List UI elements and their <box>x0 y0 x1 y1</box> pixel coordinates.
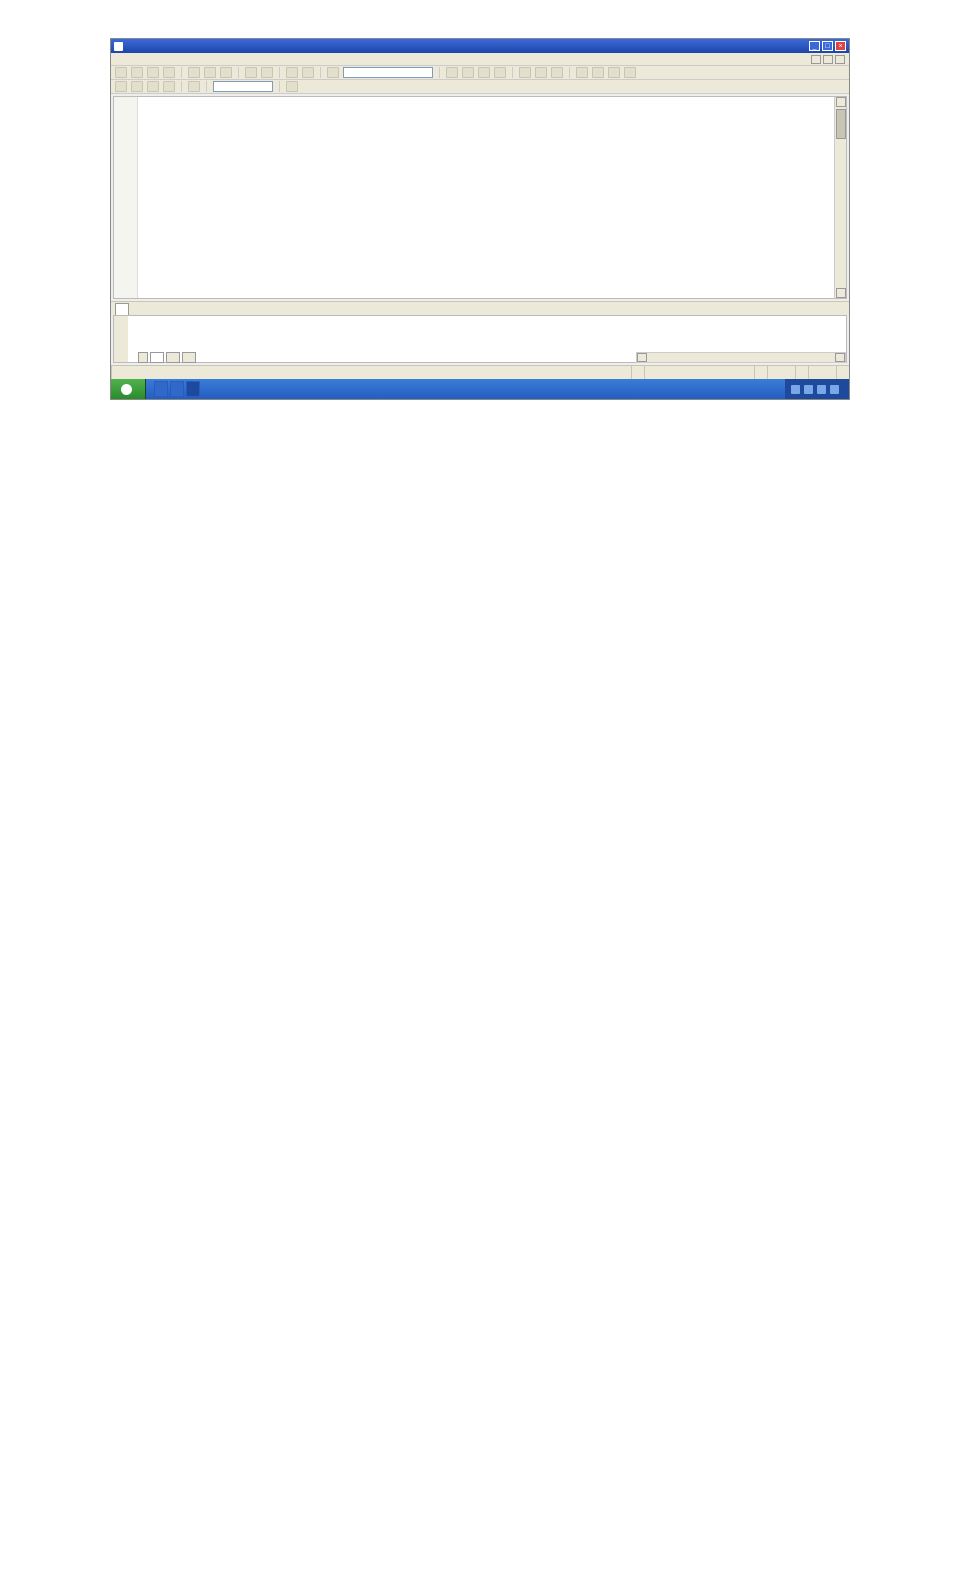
taskbar-item[interactable] <box>154 381 168 397</box>
taskbar-item[interactable] <box>170 381 184 397</box>
scroll-thumb[interactable] <box>836 109 846 139</box>
download-icon[interactable] <box>188 81 200 92</box>
bookmark-toggle-icon[interactable] <box>446 67 458 78</box>
system-tray[interactable] <box>785 379 849 399</box>
ide-screenshot: _ □ × <box>110 38 850 400</box>
indent-right-icon[interactable] <box>302 67 314 78</box>
new-file-icon[interactable] <box>115 67 127 78</box>
minimize-button[interactable]: _ <box>809 41 820 51</box>
status-num <box>795 366 808 379</box>
find-combo[interactable] <box>343 67 433 78</box>
output-window <box>113 315 847 363</box>
line-gutter <box>114 97 138 298</box>
books-icon[interactable] <box>608 67 620 78</box>
status-simulation <box>631 366 644 379</box>
windows-taskbar <box>111 379 849 399</box>
vertical-scrollbar[interactable] <box>834 97 846 298</box>
window-titlebar: _ □ × <box>111 39 849 53</box>
bookmark-clear-icon[interactable] <box>494 67 506 78</box>
target-options-icon[interactable] <box>286 81 298 92</box>
find-icon[interactable] <box>327 67 339 78</box>
paste-icon[interactable] <box>220 67 232 78</box>
app-icon <box>114 42 123 51</box>
status-cursor-pos <box>754 366 767 379</box>
toolbar-file <box>111 66 849 80</box>
build-icon[interactable] <box>131 81 143 92</box>
indent-left-icon[interactable] <box>286 67 298 78</box>
copy-icon[interactable] <box>204 67 216 78</box>
toolbar-build <box>111 80 849 94</box>
mdi-restore-button[interactable] <box>823 55 833 64</box>
tray-icon[interactable] <box>817 385 826 394</box>
translate-icon[interactable] <box>115 81 127 92</box>
redo-icon[interactable] <box>261 67 273 78</box>
rebuild-icon[interactable] <box>147 81 159 92</box>
status-rw <box>836 366 849 379</box>
tray-icon[interactable] <box>791 385 800 394</box>
output-sep-left[interactable] <box>138 352 148 363</box>
code-editor[interactable] <box>113 96 847 299</box>
editor-tab[interactable] <box>115 303 129 315</box>
breakpoint-icon[interactable] <box>535 67 547 78</box>
project-window-icon[interactable] <box>576 67 588 78</box>
mdi-close-button[interactable] <box>835 55 845 64</box>
status-bar <box>111 365 849 379</box>
close-button[interactable]: × <box>835 41 846 51</box>
output-tab-build[interactable] <box>150 352 164 363</box>
undo-icon[interactable] <box>245 67 257 78</box>
cut-icon[interactable] <box>188 67 200 78</box>
tray-icon[interactable] <box>804 385 813 394</box>
hscroll-left-icon[interactable] <box>637 353 647 362</box>
output-window-label <box>114 316 128 362</box>
mdi-minimize-button[interactable] <box>811 55 821 64</box>
window-list-icon[interactable] <box>551 67 563 78</box>
save-file-icon[interactable] <box>147 67 159 78</box>
output-window-icon[interactable] <box>592 67 604 78</box>
menu-bar <box>111 53 849 66</box>
code-text[interactable] <box>138 97 834 298</box>
bookmark-prev-icon[interactable] <box>462 67 474 78</box>
hscroll-right-icon[interactable] <box>835 353 845 362</box>
editor-tab-bar <box>111 301 849 315</box>
bookmark-next-icon[interactable] <box>478 67 490 78</box>
windows-logo-icon <box>121 384 132 395</box>
target-combo[interactable] <box>213 81 273 92</box>
stop-build-icon[interactable] <box>163 81 175 92</box>
start-button[interactable] <box>111 379 146 399</box>
output-tab-find[interactable] <box>182 352 196 363</box>
tray-icon[interactable] <box>830 385 839 394</box>
save-all-icon[interactable] <box>163 67 175 78</box>
taskbar-item-active[interactable] <box>186 381 200 397</box>
output-tab-command[interactable] <box>166 352 180 363</box>
scroll-up-icon[interactable] <box>836 97 846 107</box>
maximize-button[interactable]: □ <box>822 41 833 51</box>
output-horizontal-scrollbar[interactable] <box>636 352 846 363</box>
help-icon[interactable] <box>624 67 636 78</box>
open-file-icon[interactable] <box>131 67 143 78</box>
debug-icon[interactable] <box>519 67 531 78</box>
scroll-down-icon[interactable] <box>836 288 846 298</box>
